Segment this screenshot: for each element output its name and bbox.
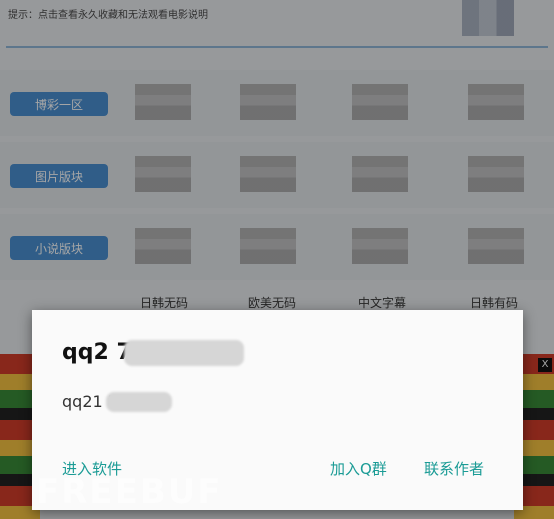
join-group-button[interactable]: 加入Q群 bbox=[330, 458, 387, 479]
contact-author-button[interactable]: 联系作者 bbox=[424, 458, 484, 479]
redaction-mask bbox=[106, 392, 172, 412]
redaction-mask bbox=[124, 340, 244, 366]
watermark: FREEBUF bbox=[36, 472, 223, 512]
